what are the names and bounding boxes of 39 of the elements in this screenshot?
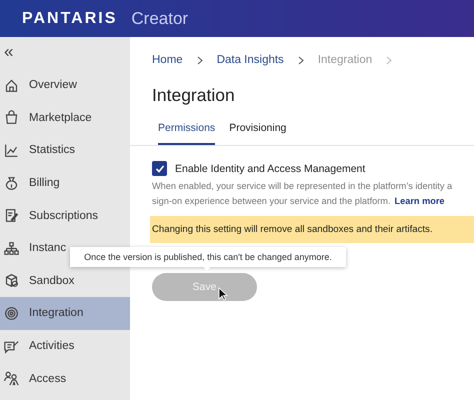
sidebar-item[interactable]: Overview [0, 69, 130, 102]
product-name: Creator [131, 8, 188, 28]
money-bag-icon [4, 176, 19, 191]
message-icon [4, 338, 19, 354]
chevron-icon [196, 56, 203, 64]
tab[interactable]: Permissions [158, 119, 216, 145]
sidebar-item[interactable]: Access [0, 362, 130, 395]
sidebar-item[interactable]: Statistics [0, 134, 130, 167]
home-icon [4, 78, 19, 93]
sidebar-item[interactable]: Marketplace [0, 102, 130, 134]
collapse-button[interactable]: « [0, 42, 14, 69]
page-title: Integration [152, 85, 236, 107]
sidebar-item[interactable]: Activities [0, 330, 130, 362]
tooltip: Once the version is published, this can't be changed anymore. [70, 247, 346, 267]
tab[interactable]: Provisioning [229, 119, 286, 145]
description-text: sign-on experience between your service and the platform. [152, 195, 390, 208]
sidebar-item[interactable]: Subscriptions [0, 199, 130, 232]
line-chart-icon [4, 142, 19, 158]
warning-banner: Changing this setting will remove all sandboxes and their artifacts. [150, 216, 474, 243]
brand-logo: PANTARIS [22, 10, 118, 28]
hierarchy-icon [4, 240, 19, 256]
learn-more-link[interactable]: Learn more [394, 194, 445, 209]
target-icon [4, 306, 19, 321]
description-text: When enabled, your service will be represented in the platform’s identity a [152, 180, 454, 193]
chevron-icon [386, 56, 392, 64]
checkbox-label: Enable Identity and Access Management [175, 162, 366, 174]
people-icon [4, 371, 19, 386]
sidebar-item[interactable]: Integration [0, 297, 130, 330]
checkmark-icon [154, 164, 164, 174]
sidebar-item[interactable]: Sandbox [0, 264, 130, 298]
chevron-icon [298, 56, 304, 64]
breadcrumb-link[interactable]: Home [152, 54, 183, 66]
cube-icon [4, 273, 19, 288]
breadcrumb-link[interactable]: Data Insights [216, 54, 284, 66]
document-icon [4, 208, 19, 224]
checkbox[interactable] [152, 161, 167, 176]
bag-icon [4, 110, 19, 126]
sidebar-item[interactable]: Billing [0, 166, 130, 200]
cursor-icon [218, 287, 228, 301]
